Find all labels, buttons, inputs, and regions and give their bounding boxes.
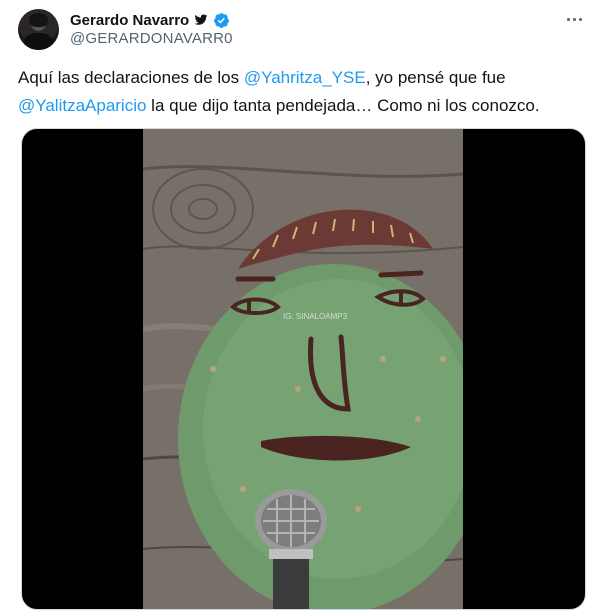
author-handle[interactable]: @GERARDONAVARR0 — [70, 30, 233, 47]
avatar[interactable] — [18, 9, 59, 50]
tweet-media-video[interactable]: IG: SINALOAMP3 — [21, 128, 586, 610]
video-frame-image: IG: SINALOAMP3 — [143, 129, 463, 609]
tweet-text-part: Aquí las declaraciones de los — [18, 68, 244, 87]
verified-badge-icon — [214, 12, 230, 28]
tweet-text: Aquí las declaraciones de los @Yahritza_… — [18, 64, 584, 120]
tweet-text-part: la que dijo tanta pendejada… Como ni los… — [146, 96, 540, 115]
author-display-name[interactable]: Gerardo Navarro — [70, 12, 189, 29]
more-options-icon[interactable] — [564, 9, 584, 29]
twitter-bird-icon — [194, 14, 208, 25]
tweet: Gerardo Navarro @GERARDONAVARR0 Aquí las… — [0, 0, 597, 610]
mention-link[interactable]: @YalitzaAparicio — [18, 96, 146, 115]
mention-link[interactable]: @Yahritza_YSE — [244, 68, 366, 87]
tweet-text-part: , yo pensé que fue — [365, 68, 506, 87]
author-name-row: Gerardo Navarro — [70, 10, 230, 30]
watermark-text: IG: SINALOAMP3 — [283, 312, 348, 321]
video-frame: IG: SINALOAMP3 — [143, 129, 463, 609]
